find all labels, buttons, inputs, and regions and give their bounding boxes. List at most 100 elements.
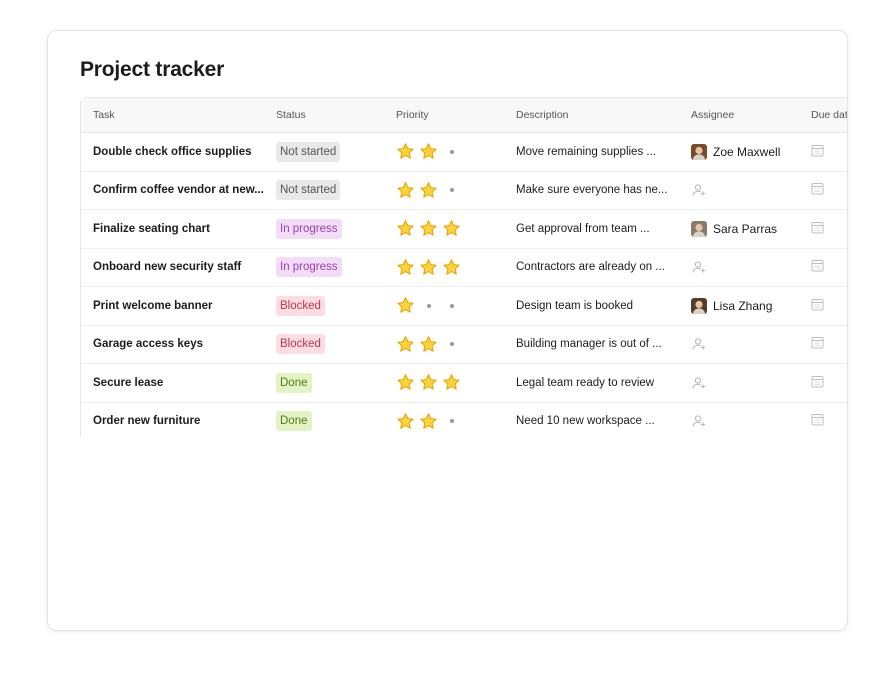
- column-header-description[interactable]: Description: [504, 98, 679, 133]
- star-icon[interactable]: [396, 219, 415, 238]
- cell-status[interactable]: Blocked: [264, 287, 384, 326]
- assignee[interactable]: Lisa Zhang: [691, 297, 799, 314]
- column-header-due-date[interactable]: Due dat: [799, 98, 847, 133]
- star-icon[interactable]: [396, 142, 415, 161]
- star-icon[interactable]: [419, 258, 438, 277]
- column-header-priority[interactable]: Priority: [384, 98, 504, 133]
- cell-description[interactable]: Get approval from team ...: [504, 210, 679, 249]
- star-icon[interactable]: [419, 373, 438, 392]
- assignee[interactable]: [691, 259, 799, 275]
- cell-due-date[interactable]: [799, 210, 847, 249]
- assignee[interactable]: [691, 182, 799, 198]
- cell-description[interactable]: Need 10 new workspace ...: [504, 403, 679, 438]
- person-add-icon[interactable]: [691, 182, 707, 198]
- empty-star-dot-icon[interactable]: [442, 296, 461, 315]
- cell-priority[interactable]: [384, 172, 504, 210]
- cell-priority[interactable]: [384, 364, 504, 403]
- priority-rating[interactable]: [396, 142, 504, 161]
- cell-status[interactable]: In progress: [264, 249, 384, 287]
- table-row[interactable]: Finalize seating chart In progress Get app…: [81, 210, 847, 249]
- table-row[interactable]: Double check office supplies Not started M…: [81, 133, 847, 172]
- calendar-icon[interactable]: [811, 375, 824, 388]
- table-row[interactable]: Garage access keys Blocked Building manage…: [81, 326, 847, 364]
- empty-star-dot-icon[interactable]: [419, 296, 438, 315]
- person-add-icon[interactable]: [691, 375, 707, 391]
- cell-task[interactable]: Print welcome banner: [81, 287, 264, 326]
- star-icon[interactable]: [396, 296, 415, 315]
- cell-priority[interactable]: [384, 249, 504, 287]
- star-icon[interactable]: [396, 258, 415, 277]
- cell-assignee[interactable]: Zoe Maxwell: [679, 133, 799, 172]
- cell-assignee[interactable]: [679, 403, 799, 438]
- empty-star-dot-icon[interactable]: [442, 181, 461, 200]
- empty-star-dot-icon[interactable]: [442, 412, 461, 431]
- cell-due-date[interactable]: [799, 403, 847, 438]
- person-add-icon[interactable]: [691, 413, 707, 429]
- cell-task[interactable]: Order new furniture: [81, 403, 264, 438]
- assignee[interactable]: [691, 375, 799, 391]
- cell-due-date[interactable]: [799, 364, 847, 403]
- cell-task[interactable]: Secure lease: [81, 364, 264, 403]
- assignee[interactable]: [691, 413, 799, 429]
- person-add-icon[interactable]: [691, 259, 707, 275]
- person-add-icon[interactable]: [691, 336, 707, 352]
- cell-status[interactable]: Blocked: [264, 326, 384, 364]
- star-icon[interactable]: [442, 258, 461, 277]
- priority-rating[interactable]: [396, 258, 504, 277]
- cell-description[interactable]: Move remaining supplies ...: [504, 133, 679, 172]
- cell-priority[interactable]: [384, 287, 504, 326]
- star-icon[interactable]: [419, 181, 438, 200]
- star-icon[interactable]: [419, 219, 438, 238]
- cell-priority[interactable]: [384, 210, 504, 249]
- cell-status[interactable]: Not started: [264, 172, 384, 210]
- cell-description[interactable]: Legal team ready to review: [504, 364, 679, 403]
- column-header-status[interactable]: Status: [264, 98, 384, 133]
- cell-task[interactable]: Garage access keys: [81, 326, 264, 364]
- cell-task[interactable]: Finalize seating chart: [81, 210, 264, 249]
- cell-task[interactable]: Double check office supplies: [81, 133, 264, 172]
- cell-description[interactable]: Building manager is out of ...: [504, 326, 679, 364]
- cell-due-date[interactable]: [799, 287, 847, 326]
- empty-star-dot-icon[interactable]: [442, 335, 461, 354]
- priority-rating[interactable]: [396, 373, 504, 392]
- cell-status[interactable]: Not started: [264, 133, 384, 172]
- column-header-assignee[interactable]: Assignee: [679, 98, 799, 133]
- cell-task[interactable]: Onboard new security staff: [81, 249, 264, 287]
- cell-description[interactable]: Design team is booked: [504, 287, 679, 326]
- cell-assignee[interactable]: [679, 172, 799, 210]
- cell-description[interactable]: Contractors are already on ...: [504, 249, 679, 287]
- calendar-icon[interactable]: [811, 336, 824, 349]
- calendar-icon[interactable]: [811, 221, 824, 234]
- cell-assignee[interactable]: Sara Parras: [679, 210, 799, 249]
- cell-due-date[interactable]: [799, 172, 847, 210]
- calendar-icon[interactable]: [811, 259, 824, 272]
- star-icon[interactable]: [396, 412, 415, 431]
- cell-priority[interactable]: [384, 403, 504, 438]
- priority-rating[interactable]: [396, 296, 504, 315]
- star-icon[interactable]: [396, 335, 415, 354]
- table-row[interactable]: Order new furniture Done Need 10 new works…: [81, 403, 847, 438]
- star-icon[interactable]: [419, 335, 438, 354]
- cell-task[interactable]: Confirm coffee vendor at new...: [81, 172, 264, 210]
- priority-rating[interactable]: [396, 335, 504, 354]
- cell-priority[interactable]: [384, 133, 504, 172]
- table-row[interactable]: Onboard new security staff In progress Con…: [81, 249, 847, 287]
- star-icon[interactable]: [396, 373, 415, 392]
- star-icon[interactable]: [396, 181, 415, 200]
- calendar-icon[interactable]: [811, 182, 824, 195]
- star-icon[interactable]: [442, 219, 461, 238]
- column-header-task[interactable]: Task: [81, 98, 264, 133]
- cell-assignee[interactable]: [679, 364, 799, 403]
- cell-due-date[interactable]: [799, 133, 847, 172]
- star-icon[interactable]: [419, 412, 438, 431]
- cell-assignee[interactable]: [679, 326, 799, 364]
- assignee[interactable]: Sara Parras: [691, 220, 799, 237]
- cell-status[interactable]: In progress: [264, 210, 384, 249]
- star-icon[interactable]: [442, 373, 461, 392]
- assignee[interactable]: Zoe Maxwell: [691, 143, 799, 160]
- table-row[interactable]: Print welcome banner Blocked Design team i…: [81, 287, 847, 326]
- calendar-icon[interactable]: [811, 413, 824, 426]
- calendar-icon[interactable]: [811, 144, 824, 157]
- cell-status[interactable]: Done: [264, 403, 384, 438]
- cell-priority[interactable]: [384, 326, 504, 364]
